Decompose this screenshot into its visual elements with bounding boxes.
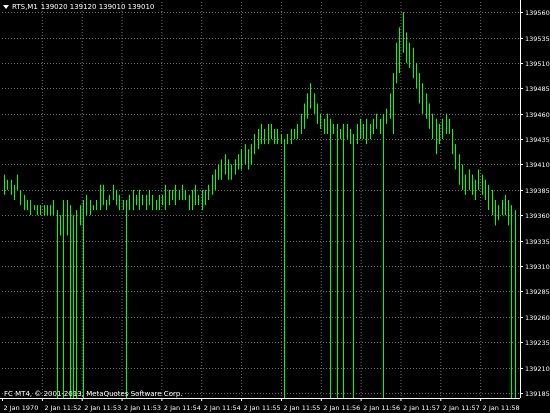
x-tick-label: 2 Jan 11:55 xyxy=(283,404,320,412)
y-tick-label: 139435 xyxy=(525,136,550,144)
chart-window[interactable]: 139560 139535 139510 139485 139460 139435 1394… xyxy=(0,0,550,413)
y-tick-label: 139560 xyxy=(525,9,550,17)
symbol-label: RTS,M1 xyxy=(12,3,38,11)
dropdown-triangle-icon[interactable] xyxy=(3,5,9,9)
grid xyxy=(2,2,520,398)
y-tick-label: 139485 xyxy=(525,85,550,93)
x-tick-label: 2 Jan 11:56 xyxy=(363,404,400,412)
y-tick-label: 139460 xyxy=(525,111,550,119)
x-tick-label: 2 Jan 11:52 xyxy=(44,404,81,412)
copyright-text: FC MT4, © 2001-2013, MetaQuotes Software… xyxy=(4,390,183,398)
x-tick-label: 2 Jan 11:56 xyxy=(323,404,360,412)
y-tick-label: 139310 xyxy=(525,263,550,271)
x-tick-label: 2 Jan 11:58 xyxy=(483,404,520,412)
x-tick-label: 2 Jan 11:57 xyxy=(403,404,440,412)
y-tick-label: 139235 xyxy=(525,339,550,347)
price-scale: 139560 139535 139510 139485 139460 139435 1394… xyxy=(525,9,550,398)
y-tick-label: 139260 xyxy=(525,314,550,322)
x-tick-label: 2 Jan 11:55 xyxy=(244,404,281,412)
y-tick-label: 139385 xyxy=(525,187,550,195)
y-tick-label: 139410 xyxy=(525,161,550,169)
y-tick-label: 139535 xyxy=(525,35,550,43)
x-tick-label: 2 Jan 11:53 xyxy=(84,404,121,412)
price-chart[interactable]: 139560 139535 139510 139485 139460 139435 1394… xyxy=(0,0,550,413)
x-tick-label: 2 Jan 11:54 xyxy=(164,404,201,412)
x-tick-label: 2 Jan 1970 xyxy=(4,404,39,412)
chart-header: RTS,M1 139020 139120 139010 139010 xyxy=(3,2,157,12)
y-tick-label: 139335 xyxy=(525,238,550,246)
x-tick-label: 2 Jan 11:53 xyxy=(124,404,161,412)
y-tick-label: 139360 xyxy=(525,212,550,220)
price-bars xyxy=(4,12,516,398)
x-tick-label: 2 Jan 11:54 xyxy=(204,404,241,412)
ohlc-values: 139020 139120 139010 139010 xyxy=(40,3,155,11)
y-tick-label: 139210 xyxy=(525,365,550,373)
axes xyxy=(0,0,523,401)
y-tick-label: 139185 xyxy=(525,390,550,398)
y-tick-label: 139510 xyxy=(525,60,550,68)
time-scale: 2 Jan 1970 2 Jan 11:52 2 Jan 11:53 2 Jan 11… xyxy=(4,404,520,412)
x-tick-label: 2 Jan 11:57 xyxy=(443,404,480,412)
y-tick-label: 139285 xyxy=(525,288,550,296)
